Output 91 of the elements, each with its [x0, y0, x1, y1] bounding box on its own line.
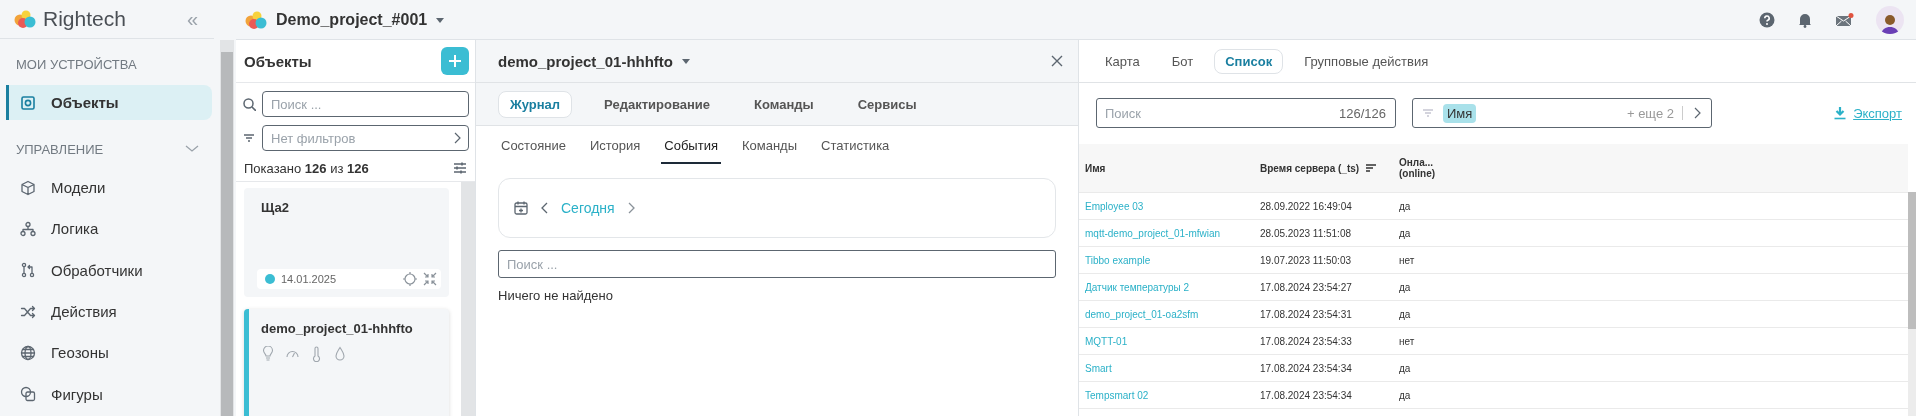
lightbulb-icon: [261, 346, 275, 362]
nav-item[interactable]: Объекты: [6, 84, 212, 121]
table-cell: 17.08.2024 23:54:34: [1254, 381, 1393, 409]
help-icon[interactable]: [1759, 11, 1775, 28]
tab[interactable]: Журнал: [498, 90, 573, 118]
plus-icon: [447, 53, 463, 69]
table-cell: да: [1393, 381, 1908, 409]
branch-icon: [20, 262, 36, 279]
result-count: Показано 126 из 126: [244, 160, 369, 176]
close-icon: [1050, 54, 1064, 68]
table-cell: да: [1393, 192, 1908, 220]
table-cell: 19.07.2023 11:50:03: [1254, 246, 1393, 274]
sort-icon[interactable]: [1365, 163, 1378, 173]
tab[interactable]: Сервисы: [845, 90, 929, 118]
thermometer-icon: [310, 346, 323, 362]
scrollbar-thumb[interactable]: [221, 52, 233, 416]
more-filters: + еще 2: [1626, 105, 1674, 121]
filter-chip[interactable]: Имя: [1443, 103, 1477, 123]
table-cell: 28.05.2023 11:51:08: [1254, 219, 1393, 247]
filter-field[interactable]: Нет фильтров: [262, 125, 469, 151]
nav-item[interactable]: Фигуры: [6, 376, 212, 413]
bell-icon[interactable]: [1797, 11, 1813, 28]
object-date: 14.01.2025: [281, 273, 338, 285]
table-cell: 17.08.2024 23:54:31: [1254, 300, 1393, 328]
object-title[interactable]: demo_project_01-hhhfto: [498, 52, 674, 70]
nav-item[interactable]: Логика: [6, 211, 212, 247]
caret-down-icon[interactable]: [681, 56, 692, 66]
column-header[interactable]: Имя: [1079, 144, 1254, 193]
object-name: Ща2: [261, 200, 290, 215]
sliders-icon[interactable]: [453, 161, 467, 175]
logo-icon: [244, 9, 268, 30]
logo-icon: [13, 9, 37, 30]
shuffle-icon: [20, 303, 36, 320]
panel-title: Объекты: [244, 52, 312, 70]
object-card[interactable]: Ща2 14.01.2025: [244, 188, 449, 297]
cube-icon: [20, 179, 36, 196]
filter-icon: [1421, 106, 1435, 120]
hierarchy-icon: [20, 220, 36, 237]
view-tab[interactable]: Бот: [1160, 48, 1205, 74]
table-cell: да: [1393, 354, 1908, 382]
table-cell: да: [1393, 219, 1908, 247]
avatar[interactable]: [1876, 5, 1904, 34]
scrollbar-track[interactable]: [461, 182, 475, 416]
table-cell: 17.08.2024 23:54:27: [1254, 273, 1393, 301]
filter-field[interactable]: Имя + еще 2: [1412, 98, 1712, 128]
download-icon: [1833, 106, 1848, 120]
subtab[interactable]: Состояние: [498, 138, 569, 164]
tab[interactable]: Редактирование: [592, 90, 723, 118]
tab[interactable]: Команды: [742, 90, 826, 118]
collapse-icon[interactable]: [423, 272, 437, 286]
view-tab[interactable]: Групповые действия: [1293, 48, 1440, 74]
nav-item[interactable]: Модели: [6, 169, 212, 206]
calendar-icon[interactable]: [513, 200, 529, 216]
view-tab[interactable]: Список: [1214, 48, 1284, 74]
scrollbar-thumb[interactable]: [1908, 192, 1916, 329]
filter-icon: [242, 131, 256, 145]
table-cell: да: [1393, 273, 1908, 301]
nav-item[interactable]: Действия: [6, 293, 212, 330]
globe-icon: [20, 345, 36, 361]
search-icon: [242, 97, 256, 111]
table-cell: нет: [1393, 327, 1908, 355]
subtab[interactable]: События: [661, 138, 721, 164]
object-name: demo_project_01-hhhfto: [261, 321, 414, 336]
view-tab[interactable]: Карта: [1094, 48, 1151, 74]
crosshair-icon[interactable]: [403, 272, 417, 286]
subtab[interactable]: Статистика: [818, 138, 893, 164]
empty-message: Ничего не найдено: [498, 288, 614, 303]
table-cell: 17.08.2024 23:54:33: [1254, 327, 1393, 355]
mail-icon[interactable]: [1835, 11, 1854, 28]
project-name[interactable]: Demo_project_#001: [276, 10, 428, 29]
nav-item[interactable]: Обработчики: [6, 252, 212, 288]
table-cell: нет: [1393, 246, 1908, 274]
section-title: УПРАВЛЕНИЕ: [16, 141, 104, 157]
search-field[interactable]: Поиск ...: [498, 250, 1056, 278]
table-cell: да: [1393, 300, 1908, 328]
table-cell: 17.08.2024 23:54:34: [1254, 354, 1393, 382]
search-field[interactable]: Поиск ...: [262, 91, 469, 117]
droplet-icon: [333, 346, 347, 362]
nav-item[interactable]: Геозоны: [6, 335, 212, 371]
subtab[interactable]: Команды: [738, 138, 801, 164]
close-button[interactable]: [1050, 54, 1064, 68]
subtab[interactable]: История: [586, 138, 644, 164]
section-title: МОИ УСТРОЙСТВА: [16, 56, 137, 72]
shapes-icon: [20, 386, 36, 403]
object-card[interactable]: demo_project_01-hhhfto: [244, 309, 449, 416]
brand-name: Rightech: [43, 7, 127, 32]
column-header[interactable]: Онла... (online): [1393, 144, 1908, 193]
table-cell: 28.09.2022 16:49:04: [1254, 192, 1393, 220]
column-header[interactable]: Время сервера (_ts): [1254, 144, 1393, 193]
match-count: 126/126: [1339, 106, 1386, 121]
object-icon: [20, 94, 36, 111]
